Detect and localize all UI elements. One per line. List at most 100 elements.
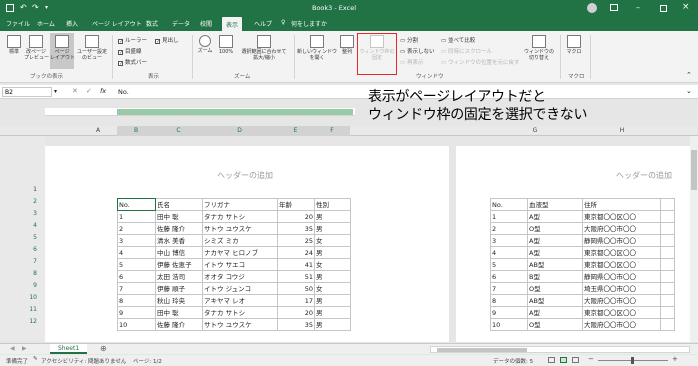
table-cell[interactable]: O型	[527, 282, 583, 295]
column-header[interactable]: H	[582, 126, 662, 136]
table-cell[interactable]: O型	[527, 318, 583, 331]
table-cell[interactable]: 20	[277, 306, 315, 319]
table-cell[interactable]: 3	[490, 234, 528, 247]
table-cell[interactable]: ナカヤマ ヒロノブ	[202, 246, 278, 259]
collapse-ribbon-icon[interactable]: ⌃	[686, 71, 692, 79]
normal-view-status-icon[interactable]	[548, 357, 555, 363]
table-cell[interactable]: 東京都〇〇区〇〇	[582, 306, 661, 319]
table-cell[interactable]	[660, 318, 675, 331]
table-cell[interactable]	[660, 258, 675, 271]
sheet-tab-sheet1[interactable]: Sheet1	[50, 344, 88, 354]
table-cell[interactable]: 1	[490, 210, 528, 223]
maximize-icon[interactable]	[660, 5, 667, 12]
expand-formula-bar-icon[interactable]: ⌄	[686, 87, 692, 95]
table-cell[interactable]: 6	[490, 270, 528, 283]
table-cell[interactable]: 4	[117, 246, 156, 259]
scroll-sheets-right-icon[interactable]: ▶	[22, 345, 27, 352]
row-number[interactable]: 1	[17, 186, 37, 193]
column-header[interactable]: D	[202, 126, 277, 136]
table-cell[interactable]: 10	[490, 318, 528, 331]
table-cell[interactable]: 男	[314, 222, 351, 235]
row-number[interactable]: 5	[17, 234, 37, 241]
table-cell[interactable]: 大阪府〇〇市〇〇	[582, 222, 661, 235]
table-cell[interactable]: 女	[314, 258, 351, 271]
enter-icon[interactable]: ✓	[86, 87, 92, 95]
macros-button[interactable]: マクロ	[564, 35, 584, 55]
table-cell[interactable]: O型	[527, 222, 583, 235]
row-number[interactable]: 7	[17, 258, 37, 265]
row-number[interactable]: 3	[17, 210, 37, 217]
table-cell[interactable]	[660, 210, 675, 223]
table-cell[interactable]: AB型	[527, 258, 583, 271]
table-cell[interactable]: 9	[117, 306, 156, 319]
column-header[interactable]: A	[80, 126, 116, 136]
split-button[interactable]: ▭ 分割	[400, 36, 418, 44]
table-cell[interactable]	[660, 198, 675, 211]
table-cell[interactable]: サトウ ユウスケ	[202, 318, 278, 331]
redo-icon[interactable]: ↷	[32, 3, 39, 12]
formula-input[interactable]: No.	[118, 88, 129, 96]
zoom-button[interactable]: ズーム	[196, 35, 214, 54]
table-cell[interactable]: フリガナ	[202, 198, 278, 211]
table-cell[interactable]: 大阪府〇〇市〇〇	[582, 294, 661, 307]
zoom-out-icon[interactable]: −	[588, 355, 594, 363]
ruler-checkbox[interactable]: ✓ ルーラー	[118, 36, 147, 45]
switch-windows-button[interactable]: ウィンドウの 切り替え	[522, 35, 556, 61]
table-cell[interactable]: No.	[490, 198, 528, 211]
table-cell[interactable]: 6	[117, 270, 156, 283]
row-number[interactable]: 11	[17, 306, 37, 313]
table-cell[interactable]: 男	[314, 210, 351, 223]
row-number[interactable]: 8	[17, 270, 37, 277]
tab-insert[interactable]: 挿入	[66, 19, 78, 28]
table-cell[interactable]: 伊藤 順子	[155, 282, 203, 295]
table-cell[interactable]	[660, 294, 675, 307]
table-cell[interactable]: 血液型	[527, 198, 583, 211]
table-cell[interactable]: 3	[117, 234, 156, 247]
table-cell[interactable]: 50	[277, 282, 315, 295]
zoom-to-selection-button[interactable]: 選択範囲に合わせて 拡大/縮小	[237, 35, 291, 61]
arrange-all-button[interactable]: 整列	[338, 35, 356, 55]
column-header[interactable]: F	[314, 126, 350, 136]
table-cell[interactable]: 秋山 玲央	[155, 294, 203, 307]
table-cell[interactable]: A型	[527, 210, 583, 223]
add-sheet-icon[interactable]: ⊕	[100, 344, 107, 353]
new-window-button[interactable]: 新しいウィンドウ を開く	[297, 35, 337, 61]
zoom-in-icon[interactable]: +	[672, 355, 678, 363]
row-number[interactable]: 2	[17, 198, 37, 205]
table-cell[interactable]: 1	[117, 210, 156, 223]
table-cell[interactable]: タナカ サトシ	[202, 306, 278, 319]
tab-file[interactable]: ファイル	[6, 19, 30, 28]
cancel-icon[interactable]: ✕	[72, 87, 78, 95]
table-cell[interactable]: 中山 博信	[155, 246, 203, 259]
table-cell[interactable]: 男	[314, 306, 351, 319]
undo-icon[interactable]: ↶	[20, 3, 27, 12]
headings-checkbox[interactable]: ✓ 見出し	[155, 36, 179, 45]
minimize-icon[interactable]: –	[636, 3, 640, 12]
table-cell[interactable]: オオタ コウジ	[202, 270, 278, 283]
column-header[interactable]: G	[490, 126, 580, 136]
table-cell[interactable]: No.	[117, 198, 156, 211]
table-cell[interactable]: A型	[527, 306, 583, 319]
zoom-slider-thumb[interactable]	[631, 357, 634, 364]
table-cell[interactable]: 東京都〇〇区〇〇	[582, 246, 661, 259]
table-cell[interactable]: シミズ ミカ	[202, 234, 278, 247]
table-cell[interactable]: 大阪府〇〇市〇〇	[582, 318, 661, 331]
table-cell[interactable]: 9	[490, 306, 528, 319]
table-cell[interactable]: A型	[527, 234, 583, 247]
table-cell[interactable]: 8	[117, 294, 156, 307]
tab-home[interactable]: ホーム	[37, 19, 55, 28]
table-cell[interactable]: 25	[277, 234, 315, 247]
table-cell[interactable]: 2	[117, 222, 156, 235]
table-cell[interactable]: 静岡県〇〇市〇〇	[582, 234, 661, 247]
vertical-scrollbar[interactable]	[690, 136, 698, 342]
table-cell[interactable]: アキヤマ レオ	[202, 294, 278, 307]
insert-function-icon[interactable]: fx	[100, 87, 106, 95]
formula-bar-checkbox[interactable]: ✓ 数式バー	[118, 58, 147, 67]
page-layout-view-button[interactable]: ページ レイアウト	[50, 33, 75, 69]
table-cell[interactable]: 田中 聡	[155, 306, 203, 319]
zoom-100-button[interactable]: 100%	[216, 35, 236, 55]
table-cell[interactable]: B型	[527, 270, 583, 283]
horizontal-scrollbar[interactable]	[430, 346, 690, 353]
status-accessibility[interactable]: アクセシビリティ: 問題ありません	[41, 357, 126, 365]
table-cell[interactable]: 7	[117, 282, 156, 295]
